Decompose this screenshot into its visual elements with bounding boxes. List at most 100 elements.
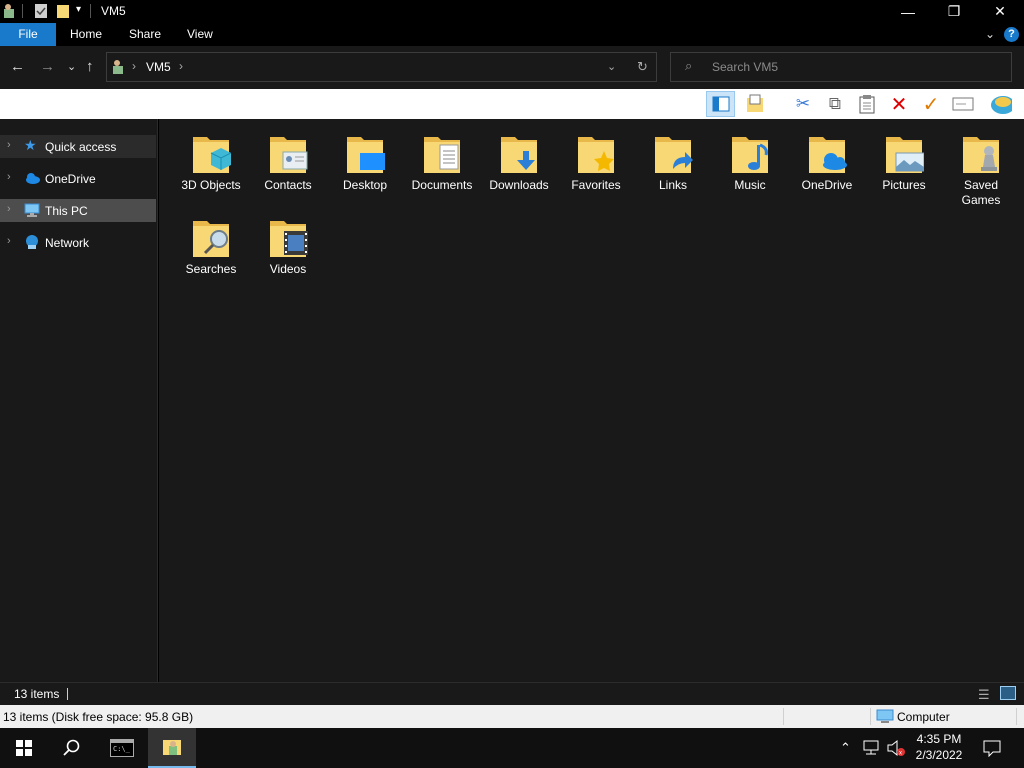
- folder-item-desktop[interactable]: Desktop: [327, 121, 403, 203]
- breadcrumb-vm5[interactable]: VM5: [146, 60, 171, 74]
- user-drive-icon[interactable]: [2, 3, 16, 19]
- sidebar-item-quick-access[interactable]: › ★ Quick access: [0, 135, 156, 158]
- folder-item-searches[interactable]: Searches: [173, 205, 249, 287]
- folder-item-onedrive[interactable]: OneDrive: [789, 121, 865, 203]
- computer-icon: [876, 709, 894, 723]
- breadcrumb-separator-icon[interactable]: ›: [179, 59, 183, 73]
- delete-icon[interactable]: ✕: [888, 93, 910, 116]
- back-arrow-icon[interactable]: ←: [10, 58, 25, 75]
- folder-item-favorites[interactable]: Favorites: [558, 121, 634, 203]
- start-button[interactable]: [0, 728, 48, 768]
- address-bar[interactable]: › VM5 › ⌄ ↻: [106, 52, 657, 82]
- folder-item-videos[interactable]: Videos: [250, 205, 326, 287]
- rename-icon[interactable]: [952, 93, 974, 115]
- search-button[interactable]: [48, 728, 96, 768]
- computer-icon: [24, 203, 40, 217]
- navigation-row: ← → ⌄ ↑ › VM5 › ⌄ ↻ ⌕ Search VM5: [0, 46, 1024, 89]
- folder-item-documents[interactable]: Documents: [404, 121, 480, 203]
- chevron-right-icon[interactable]: ›: [7, 171, 11, 183]
- cube-overlay-icon: [193, 137, 231, 173]
- sidebar-item-label: This PC: [45, 204, 88, 218]
- music-note-overlay-icon: [732, 137, 768, 173]
- film-overlay-icon: [270, 221, 308, 257]
- tab-home[interactable]: Home: [58, 23, 114, 46]
- sidebar-item-label: Quick access: [45, 140, 117, 154]
- shell-icon[interactable]: [990, 93, 1012, 115]
- paste-icon[interactable]: [856, 93, 878, 115]
- folder-item-saved-games[interactable]: Saved Games: [943, 121, 1019, 207]
- show-hidden-icons-icon[interactable]: ⌃: [840, 740, 851, 756]
- clock[interactable]: 4:35 PM 2/3/2022: [908, 731, 970, 763]
- address-dropdown-icon[interactable]: ⌄: [607, 60, 616, 73]
- properties-icon[interactable]: [744, 93, 766, 115]
- checkmark-icon[interactable]: ✓: [920, 93, 942, 116]
- tab-share[interactable]: Share: [117, 23, 173, 46]
- copy-icon[interactable]: ⧉: [824, 93, 846, 115]
- folder-label: Searches: [185, 262, 237, 276]
- customize-quick-access-icon[interactable]: ▾: [76, 4, 81, 15]
- details-view-icon[interactable]: ☰: [978, 687, 990, 703]
- properties-icon[interactable]: [34, 3, 48, 19]
- sidebar-item-this-pc[interactable]: › This PC: [0, 199, 156, 222]
- folder-item-contacts[interactable]: Contacts: [250, 121, 326, 203]
- folder-item-downloads[interactable]: Downloads: [481, 121, 557, 203]
- file-explorer-icon: [163, 740, 181, 755]
- dropdown-arrow-icon[interactable]: ▾: [772, 93, 786, 115]
- network-status-icon[interactable]: [862, 740, 880, 756]
- navigation-pane: › ★ Quick access › OneDrive › This PC › …: [0, 119, 158, 682]
- taskbar-terminal[interactable]: C:\_: [98, 728, 146, 768]
- title-bar: ▾ VM5 — ❐ ✕: [0, 0, 1024, 23]
- folder-label: Desktop: [342, 178, 388, 192]
- taskbar-file-explorer[interactable]: [148, 728, 196, 768]
- up-arrow-icon[interactable]: ↑: [86, 58, 94, 75]
- notifications-icon[interactable]: [983, 739, 1001, 757]
- contact-card-overlay-icon: [270, 137, 308, 173]
- sidebar-item-label: Network: [45, 236, 90, 250]
- sidebar-item-label: OneDrive: [45, 172, 96, 186]
- folder-label: Saved Games: [961, 178, 1001, 207]
- help-icon[interactable]: ?: [1004, 27, 1019, 42]
- minimize-button[interactable]: —: [885, 0, 931, 23]
- expand-ribbon-icon[interactable]: ⌄: [985, 27, 995, 41]
- chevron-right-icon[interactable]: ›: [7, 139, 11, 151]
- link-arrow-overlay-icon: [655, 137, 693, 173]
- volume-muted-icon[interactable]: x: [886, 739, 906, 757]
- refresh-icon[interactable]: ↻: [637, 59, 648, 75]
- tab-file[interactable]: File: [0, 23, 56, 46]
- large-icons-view-icon[interactable]: [1000, 686, 1016, 700]
- search-box[interactable]: ⌕ Search VM5: [670, 52, 1012, 82]
- chevron-right-icon[interactable]: ›: [7, 235, 11, 247]
- cloud-icon: [26, 173, 40, 184]
- close-button[interactable]: ✕: [977, 0, 1023, 23]
- svg-text:x: x: [899, 751, 902, 757]
- sidebar-item-onedrive[interactable]: › OneDrive: [0, 167, 156, 190]
- folder-item-3d-objects[interactable]: 3D Objects: [173, 121, 249, 203]
- folder-item-links[interactable]: Links: [635, 121, 711, 203]
- sidebar-item-network[interactable]: › Network: [0, 231, 156, 254]
- recent-locations-icon[interactable]: ⌄: [67, 60, 76, 73]
- folder-label: Music: [734, 178, 766, 192]
- location-text: Computer: [897, 710, 950, 724]
- folder-item-pictures[interactable]: Pictures: [866, 121, 942, 203]
- folder-item-music[interactable]: Music: [712, 121, 788, 203]
- chevron-right-icon[interactable]: ›: [7, 203, 11, 215]
- chess-piece-overlay-icon: [963, 137, 999, 173]
- user-drive-icon: [113, 60, 123, 74]
- download-arrow-overlay-icon: [501, 137, 537, 173]
- cut-icon[interactable]: ✂: [792, 93, 814, 115]
- layout-pane-icon[interactable]: [706, 91, 735, 117]
- folder-label: Links: [658, 178, 687, 192]
- folder-label: 3D Objects: [181, 178, 241, 192]
- new-folder-icon[interactable]: [56, 3, 70, 19]
- network-icon: [26, 235, 38, 249]
- ribbon-tabs: File Home Share View ⌄ ?: [0, 23, 1024, 46]
- folder-label: Downloads: [489, 178, 549, 192]
- restore-button[interactable]: ❐: [931, 0, 977, 23]
- forward-arrow-icon[interactable]: →: [40, 58, 55, 75]
- folder-label: Pictures: [882, 178, 926, 192]
- folder-label: Videos: [269, 262, 307, 276]
- status-divider: [67, 688, 68, 700]
- window-title: VM5: [101, 4, 126, 18]
- tab-view[interactable]: View: [175, 23, 225, 46]
- search-icon: ⌕: [685, 58, 693, 73]
